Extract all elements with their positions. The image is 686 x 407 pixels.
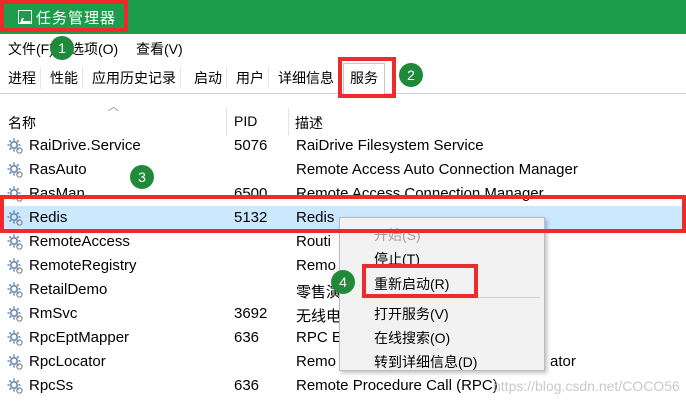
menu-item-open-services[interactable]: 打开服务(V) bbox=[374, 304, 449, 324]
service-name: RasAuto bbox=[29, 161, 87, 178]
column-name[interactable]: 名称 bbox=[8, 113, 36, 133]
service-name: Redis bbox=[29, 209, 68, 226]
column-pid[interactable]: PID bbox=[234, 113, 257, 129]
tab-processes[interactable]: 进程 bbox=[4, 67, 41, 89]
service-name: RemoteRegistry bbox=[29, 257, 137, 274]
step-badge-3: 3 bbox=[130, 165, 154, 189]
service-gear-icon bbox=[7, 210, 23, 226]
menu-options[interactable]: 选项(O) bbox=[70, 39, 118, 59]
column-divider[interactable] bbox=[226, 108, 227, 136]
table-row[interactable]: RasMan 6500 Remote Access Connection Man… bbox=[0, 182, 686, 206]
service-description-tail: ator bbox=[550, 353, 576, 370]
tab-bar: 进程 性能 应用历史记录 启动 用户 详细信息 服务 bbox=[0, 60, 686, 94]
tab-users[interactable]: 用户 bbox=[232, 67, 269, 89]
step-badge-4: 4 bbox=[331, 270, 355, 294]
menu-file[interactable]: 文件(F) bbox=[8, 39, 54, 59]
service-gear-icon bbox=[7, 330, 23, 346]
service-name: RpcSs bbox=[29, 377, 74, 394]
tab-details[interactable]: 详细信息 bbox=[274, 67, 339, 89]
service-description: Routi bbox=[296, 233, 332, 250]
menu-item-restart[interactable]: 重新启动(R) bbox=[374, 274, 449, 294]
context-menu: 开始(S) 停止(T) 重新启动(R) 打开服务(V) 在线搜索(O) 转到详细… bbox=[339, 217, 545, 371]
table-row[interactable]: RasAuto Remote Access Auto Connection Ma… bbox=[0, 158, 686, 182]
column-description[interactable]: 描述 bbox=[295, 113, 323, 133]
step-badge-1: 1 bbox=[50, 36, 74, 60]
service-pid: 6500 bbox=[234, 185, 268, 202]
service-gear-icon bbox=[7, 282, 23, 298]
step-badge-2: 2 bbox=[399, 63, 423, 87]
menu-item-search-online[interactable]: 在线搜索(O) bbox=[374, 328, 450, 348]
service-gear-icon bbox=[7, 258, 23, 274]
title-bar: 任务管理器 bbox=[0, 0, 686, 34]
column-divider[interactable] bbox=[288, 108, 289, 136]
service-name: RaiDrive.Service bbox=[29, 137, 141, 154]
service-pid: 3692 bbox=[234, 305, 268, 322]
service-description: Remote Access Connection Manager bbox=[296, 185, 544, 202]
service-gear-icon bbox=[7, 138, 23, 154]
service-pid: 5132 bbox=[234, 209, 268, 226]
service-name: RemoteAccess bbox=[29, 233, 130, 250]
service-description: Remote Procedure Call (RPC) bbox=[296, 377, 498, 394]
menu-item-start[interactable]: 开始(S) bbox=[374, 225, 421, 245]
service-gear-icon bbox=[7, 234, 23, 250]
service-pid: 636 bbox=[234, 377, 260, 394]
service-description: 无线电 bbox=[296, 308, 342, 325]
service-name: RpcEptMapper bbox=[29, 329, 130, 346]
window-title: 任务管理器 bbox=[36, 10, 117, 27]
tab-performance[interactable]: 性能 bbox=[46, 67, 83, 89]
service-description: Remo bbox=[296, 257, 337, 274]
service-gear-icon bbox=[7, 354, 23, 370]
tab-startup[interactable]: 启动 bbox=[190, 67, 227, 89]
menu-item-stop[interactable]: 停止(T) bbox=[374, 249, 420, 269]
tab-services[interactable]: 服务 bbox=[343, 63, 385, 94]
menu-item-go-to-details[interactable]: 转到详细信息(D) bbox=[374, 352, 477, 372]
service-description: RaiDrive Filesystem Service bbox=[296, 137, 484, 154]
service-description: Redis bbox=[296, 209, 335, 226]
service-gear-icon bbox=[7, 186, 23, 202]
table-row[interactable]: RaiDrive.Service 5076 RaiDrive Filesyste… bbox=[0, 134, 686, 158]
menu-view[interactable]: 查看(V) bbox=[136, 39, 183, 59]
service-description: RPC E bbox=[296, 329, 342, 346]
task-manager-icon bbox=[18, 10, 32, 24]
menu-separator bbox=[370, 297, 540, 298]
service-pid: 636 bbox=[234, 329, 260, 346]
watermark: https://blog.csdn.net/COCO56 bbox=[493, 378, 680, 394]
column-header: 名称 PID 描述 bbox=[0, 108, 686, 134]
service-name: RmSvc bbox=[29, 305, 78, 322]
service-name: RetailDemo bbox=[29, 281, 108, 298]
service-description: Remo bbox=[296, 353, 337, 370]
tab-app-history[interactable]: 应用历史记录 bbox=[88, 67, 181, 89]
service-gear-icon bbox=[7, 162, 23, 178]
service-pid: 5076 bbox=[234, 137, 268, 154]
service-description: Remote Access Auto Connection Manager bbox=[296, 161, 578, 178]
service-gear-icon bbox=[7, 378, 23, 394]
service-gear-icon bbox=[7, 306, 23, 322]
menu-bar: 文件(F) 选项(O) 查看(V) bbox=[0, 34, 686, 60]
service-name: RpcLocator bbox=[29, 353, 106, 370]
service-name: RasMan bbox=[29, 185, 85, 202]
